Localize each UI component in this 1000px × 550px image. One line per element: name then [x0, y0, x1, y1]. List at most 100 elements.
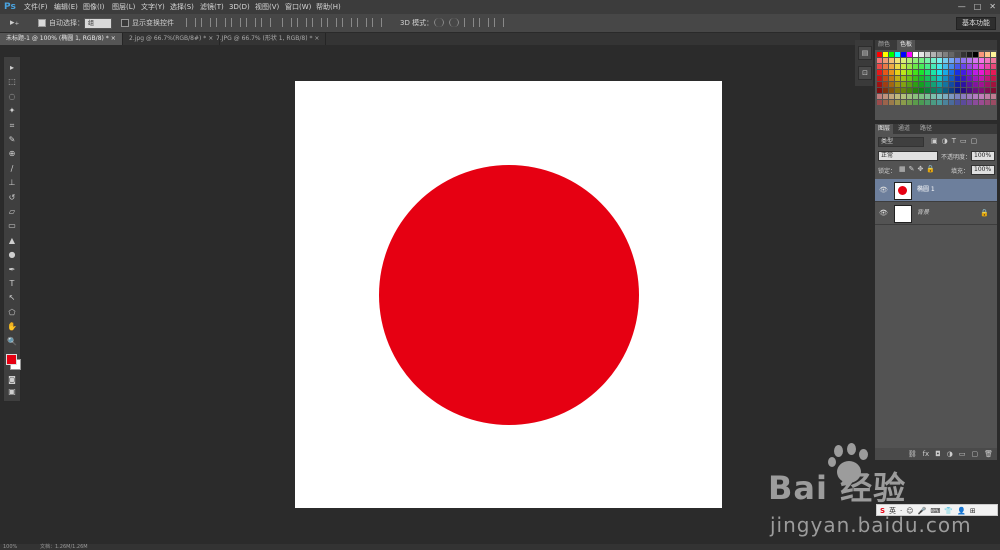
color-swatch[interactable] [979, 58, 984, 63]
color-swatch[interactable] [949, 100, 954, 105]
tab-2-jpg[interactable]: 2.jpg @ 66.7%(RGB/8#) * × [123, 33, 221, 45]
keyboard-icon[interactable]: ⌨ [930, 505, 940, 515]
color-swatch[interactable] [955, 82, 960, 87]
color-swatch[interactable] [979, 88, 984, 93]
color-swatch[interactable] [943, 82, 948, 87]
color-swatch[interactable] [985, 76, 990, 81]
opacity-input[interactable]: 100% [971, 151, 995, 161]
color-swatch[interactable] [925, 76, 930, 81]
tab-paths[interactable]: 路径 [917, 124, 935, 134]
color-swatch[interactable] [919, 100, 924, 105]
layer-filter-icons[interactable]: ▣◑T▭▢ [931, 137, 981, 145]
color-swatch[interactable] [913, 76, 918, 81]
color-swatch[interactable] [877, 76, 882, 81]
brush-tool[interactable]: ∕ [6, 164, 18, 174]
color-swatch[interactable] [883, 100, 888, 105]
color-swatch[interactable] [937, 52, 942, 57]
red-circle-ellipse[interactable] [379, 165, 639, 425]
eye-icon[interactable]: 👁 [879, 179, 888, 201]
color-swatch[interactable] [967, 70, 972, 75]
color-swatch[interactable] [877, 52, 882, 57]
color-swatch[interactable] [991, 70, 996, 75]
color-swatch[interactable] [907, 100, 912, 105]
color-swatch[interactable] [967, 82, 972, 87]
color-swatch[interactable] [901, 100, 906, 105]
color-swatch[interactable] [931, 100, 936, 105]
color-swatch[interactable] [937, 88, 942, 93]
hand-tool[interactable]: ✋ [6, 322, 18, 332]
menu-help[interactable]: 帮助(H) [316, 0, 341, 14]
color-swatch[interactable] [907, 88, 912, 93]
color-swatch[interactable] [991, 100, 996, 105]
emoji-icon[interactable]: ☺ [906, 505, 913, 515]
color-swatch[interactable] [961, 82, 966, 87]
color-swatch[interactable] [943, 88, 948, 93]
color-swatch[interactable] [973, 94, 978, 99]
color-swatch[interactable] [901, 70, 906, 75]
ime-lang[interactable]: 英 [889, 505, 896, 515]
color-swatch[interactable] [919, 70, 924, 75]
color-swatch[interactable] [943, 64, 948, 69]
color-swatch[interactable] [913, 64, 918, 69]
color-swatch[interactable] [985, 100, 990, 105]
color-swatch[interactable] [949, 88, 954, 93]
color-swatch[interactable] [967, 76, 972, 81]
3d-mode-buttons[interactable] [434, 18, 504, 27]
color-swatch[interactable] [949, 52, 954, 57]
color-swatch[interactable] [949, 82, 954, 87]
color-swatch[interactable] [883, 76, 888, 81]
path-selection-tool[interactable]: ↖ [6, 293, 18, 303]
color-swatch[interactable] [883, 58, 888, 63]
color-swatch[interactable] [877, 100, 882, 105]
color-swatch[interactable] [985, 88, 990, 93]
workspace-switcher[interactable]: 基本功能 [956, 17, 996, 30]
color-swatch[interactable] [913, 88, 918, 93]
color-swatch[interactable] [979, 76, 984, 81]
color-swatch[interactable] [877, 70, 882, 75]
gradient-tool[interactable]: ▭ [6, 221, 18, 231]
foreground-color-swatch[interactable] [6, 354, 17, 365]
color-swatch[interactable] [955, 100, 960, 105]
color-swatch[interactable] [955, 88, 960, 93]
color-swatch[interactable] [937, 100, 942, 105]
color-swatch[interactable] [943, 58, 948, 63]
color-swatch[interactable] [883, 82, 888, 87]
menu-select[interactable]: 选择(S) [170, 0, 194, 14]
color-swatch[interactable] [931, 76, 936, 81]
grid-icon[interactable]: ⊞ [970, 505, 976, 515]
color-swatch[interactable] [955, 94, 960, 99]
color-swatch[interactable] [979, 100, 984, 105]
color-swatch[interactable] [955, 52, 960, 57]
color-swatch[interactable] [943, 94, 948, 99]
color-swatch[interactable] [937, 76, 942, 81]
tab-color[interactable]: 颜色 [875, 40, 893, 50]
color-swatch[interactable] [979, 52, 984, 57]
color-swatch[interactable] [985, 94, 990, 99]
layer-filter-dropdown[interactable]: 类型 [878, 137, 924, 147]
color-swatch[interactable] [943, 70, 948, 75]
magic-wand-tool[interactable]: ✦ [6, 106, 18, 116]
color-swatch[interactable] [913, 82, 918, 87]
color-swatch[interactable] [955, 76, 960, 81]
color-swatch[interactable] [985, 58, 990, 63]
color-swatch[interactable] [907, 58, 912, 63]
color-swatch[interactable] [919, 52, 924, 57]
color-swatch[interactable] [895, 94, 900, 99]
color-swatch[interactable] [925, 88, 930, 93]
color-swatch[interactable] [943, 76, 948, 81]
color-swatch[interactable] [919, 64, 924, 69]
color-swatch[interactable] [967, 52, 972, 57]
color-swatch[interactable] [895, 82, 900, 87]
color-swatch[interactable] [967, 88, 972, 93]
shape-tool[interactable]: ⬠ [6, 308, 18, 318]
color-swatch[interactable] [877, 88, 882, 93]
maximize-icon[interactable]: □ [974, 0, 982, 14]
color-swatch[interactable] [961, 52, 966, 57]
layer-row-background[interactable]: 👁 背景 🔒 [875, 202, 997, 225]
color-swatch[interactable] [985, 82, 990, 87]
color-swatch[interactable] [967, 94, 972, 99]
close-icon[interactable]: × [314, 35, 319, 42]
auto-select-dropdown[interactable]: 组 [84, 18, 112, 29]
user-icon[interactable]: 👤 [957, 505, 966, 515]
tab-7-jpg[interactable]: 7.JPG @ 66.7% (形状 1, RGB/8) * × [210, 33, 327, 45]
